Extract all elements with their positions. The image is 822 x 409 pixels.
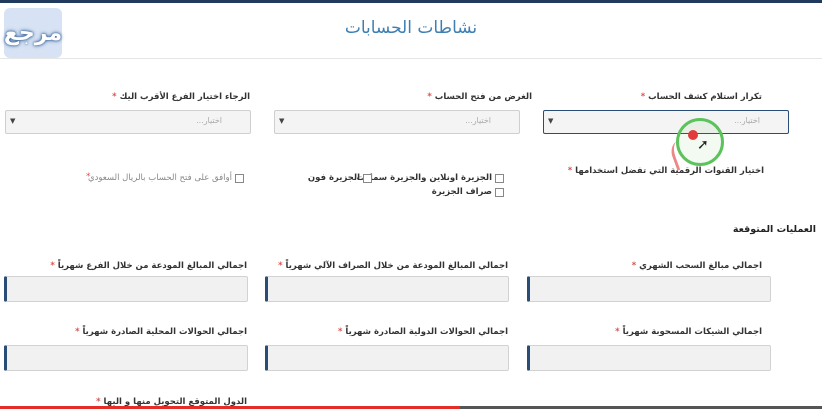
statement-frequency-placeholder: اختيار... xyxy=(734,116,760,125)
checkbox[interactable] xyxy=(495,173,504,183)
branch-deposits-input[interactable] xyxy=(4,276,248,302)
channel-option-atm[interactable]: صراف الجزيرة xyxy=(432,187,504,197)
channel-option-phone[interactable]: الجزيرة فون xyxy=(308,173,372,183)
international-transfers-label: اجمالي الحوالات الدولية الصادرة شهرياً * xyxy=(337,327,508,337)
logo: مرجع xyxy=(4,8,62,58)
atm-deposits-label: اجمالي المبالغ المودعة من خلال الصراف ال… xyxy=(278,261,508,271)
account-purpose-select[interactable]: اختيار... ▼ xyxy=(274,110,520,134)
monthly-withdrawals-label: اجمالي مبالغ السحب الشهري * xyxy=(631,261,762,271)
chevron-down-icon: ▼ xyxy=(548,117,554,125)
page-title: نشاطات الحسابات xyxy=(344,18,478,38)
consent-required-mark: * xyxy=(86,172,91,182)
branch-placeholder: اختيار... xyxy=(196,116,222,125)
atm-deposits-input[interactable] xyxy=(265,276,509,302)
branch-deposits-label: اجمالي المبالغ المودعة من خلال الفرع شهر… xyxy=(50,261,247,271)
statement-frequency-select[interactable]: اختيار... ▼ xyxy=(543,110,789,134)
branch-label: الرجاء اختيار الفرع الأقرب اليك * xyxy=(112,92,250,102)
local-transfers-input[interactable] xyxy=(4,345,248,371)
logo-text: مرجع xyxy=(3,20,63,46)
cheques-label: اجمالي الشيكات المسحوبة شهرياً * xyxy=(615,327,762,337)
account-purpose-placeholder: اختيار... xyxy=(465,116,491,125)
checkbox[interactable] xyxy=(235,173,244,183)
local-transfers-label: اجمالي الحوالات المحلية الصادرة شهرياً * xyxy=(75,327,247,337)
statement-frequency-label: تكرار استلام كشف الحساب * xyxy=(640,92,762,102)
consent-checkbox-row[interactable]: أوافق على فتح الحساب بالريال السعودي xyxy=(88,173,244,183)
chevron-down-icon: ▼ xyxy=(279,117,285,125)
chevron-down-icon: ▼ xyxy=(10,117,16,125)
branch-select[interactable]: اختيار... ▼ xyxy=(5,110,251,134)
top-bar xyxy=(0,0,822,3)
checkbox[interactable] xyxy=(363,173,372,183)
digital-channels-label: اختيار القنوات الرقمية التي تفضل استخدام… xyxy=(567,166,764,176)
checkbox[interactable] xyxy=(495,187,504,197)
account-purpose-label: الغرض من فتح الحساب * xyxy=(427,92,532,102)
channel-option-online[interactable]: الجزيرة اونلاين والجزيرة سمارت xyxy=(356,173,504,183)
international-transfers-input[interactable] xyxy=(265,345,509,371)
cheques-input[interactable] xyxy=(527,345,771,371)
mouse-pointer-icon: ➚ xyxy=(697,137,709,153)
header-divider xyxy=(0,58,822,59)
monthly-withdrawals-input[interactable] xyxy=(527,276,771,302)
expected-operations-title: العمليات المتوقعة xyxy=(732,224,816,235)
